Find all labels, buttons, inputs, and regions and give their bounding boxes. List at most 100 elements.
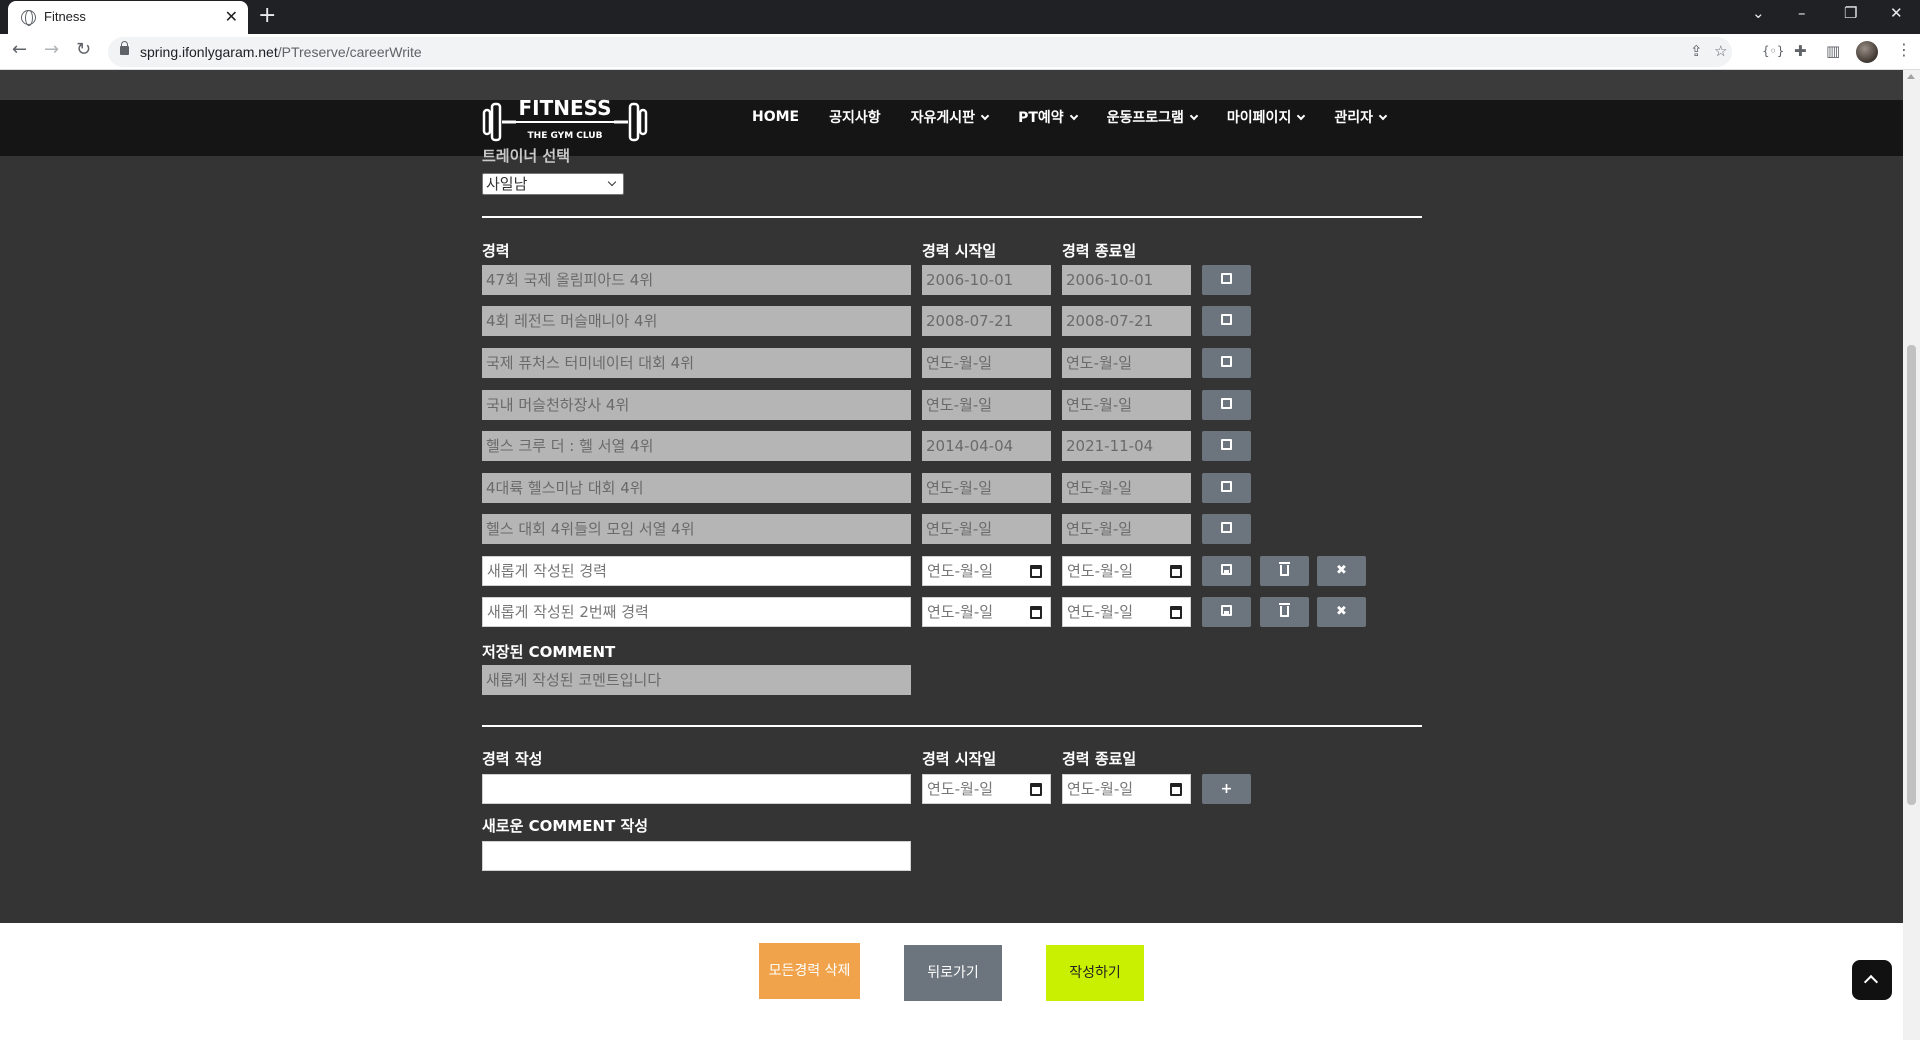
profile-avatar[interactable] [1856,41,1878,63]
edit-button[interactable] [1202,390,1251,420]
site-header: FITNESS THE GYM CLUB HOME 공지사항 자유게시판 PT예… [0,96,1903,156]
edit-button[interactable] [1202,431,1251,461]
start-date-field: 연도-월-일 [922,390,1051,420]
edit-button[interactable] [1202,514,1251,544]
edit-icon [1221,439,1232,450]
career-field: 47회 국제 올림피아드 4위 [482,265,911,295]
saved-comment-label: 저장된 COMMENT [482,643,616,661]
close-window-button[interactable]: ✕ [1890,4,1903,22]
start-date-field: 연도-월-일 [922,514,1051,544]
extension-icon[interactable]: {◦} [1762,44,1784,58]
nav-pt-reserve-label: PT예약 [1018,110,1064,126]
chevron-down-icon [607,177,617,187]
calendar-icon[interactable] [1030,606,1042,619]
main-nav: HOME 공지사항 자유게시판 PT예약 운동프로그램 마이페이지 관리자 [752,107,1416,127]
calendar-icon[interactable] [1030,565,1042,578]
url-host: spring.ifonlygaram.net [140,44,278,60]
globe-icon [21,10,36,26]
side-panel-icon[interactable]: ▥ [1826,42,1840,60]
save-button[interactable] [1202,556,1251,586]
calendar-icon[interactable] [1030,783,1042,796]
delete-button[interactable] [1260,556,1309,586]
scroll-up-arrow-icon[interactable] [1907,74,1915,79]
reload-icon[interactable]: ↻ [76,39,91,60]
nav-free-board[interactable]: 자유게시판 [911,107,990,127]
career-input[interactable]: 새롭게 작성된 경력 [482,556,911,586]
remove-row-button[interactable]: ✖ [1317,556,1366,586]
end-date-field: 연도-월-일 [1062,473,1191,503]
start-date-input[interactable]: 연도-월-일 [922,597,1051,627]
tab-close-icon[interactable]: ✕ [225,7,238,26]
browser-tab[interactable]: Fitness ✕ [8,1,248,34]
url-path: /PTreserve/careerWrite [277,44,422,60]
browser-tab-bar: Fitness ✕ + ⌄ – ❐ ✕ [0,0,1920,34]
nav-mypage[interactable]: 마이페이지 [1227,107,1306,127]
minimize-button[interactable]: – [1798,4,1806,22]
forward-icon[interactable]: → [44,39,59,60]
url-text: spring.ifonlygaram.net/PTreserve/careerW… [140,44,422,60]
nav-home[interactable]: HOME [752,109,799,125]
start-date-field: 연도-월-일 [922,473,1051,503]
chevron-down-icon [1189,111,1199,121]
end-date-input[interactable]: 연도-월-일 [1062,597,1191,627]
divider [482,725,1422,727]
chevron-down-icon [1297,111,1306,121]
address-bar[interactable]: spring.ifonlygaram.net/PTreserve/careerW… [108,37,1732,67]
end-date-column-label: 경력 종료일 [1062,242,1137,260]
end-date-input[interactable]: 연도-월-일 [1062,556,1191,586]
calendar-icon[interactable] [1170,783,1182,796]
page-scrollbar[interactable] [1903,70,1920,1040]
trainer-select[interactable]: 사일남 [482,173,624,195]
new-comment-input[interactable] [482,841,911,871]
calendar-icon[interactable] [1170,606,1182,619]
browser-menu-icon[interactable]: ⋮ [1896,40,1912,59]
nav-admin[interactable]: 관리자 [1334,107,1388,127]
share-icon[interactable]: ⇪ [1690,42,1703,60]
remove-row-button[interactable]: ✖ [1317,597,1366,627]
lock-icon[interactable] [120,41,129,55]
nav-pt-reserve[interactable]: PT예약 [1018,107,1078,127]
restore-button[interactable]: ❐ [1844,4,1857,22]
scroll-to-top-button[interactable] [1852,960,1892,1000]
end-date-field: 2008-07-21 [1062,306,1191,336]
start-date-input[interactable]: 연도-월-일 [922,556,1051,586]
nav-programs[interactable]: 운동프로그램 [1106,107,1199,127]
new-tab-button[interactable]: + [258,3,276,28]
calendar-icon[interactable] [1170,565,1182,578]
tab-title: Fitness [44,9,86,24]
save-icon [1221,564,1232,575]
top-strip [0,70,1903,100]
back-icon[interactable]: ← [12,39,27,60]
new-career-input[interactable] [482,774,911,804]
fitness-logo[interactable]: FITNESS THE GYM CLUB [480,94,650,150]
delete-button[interactable] [1260,597,1309,627]
career-field: 국내 머슬천하장사 4위 [482,390,911,420]
scroll-thumb[interactable] [1907,345,1916,805]
tab-search-icon[interactable]: ⌄ [1752,4,1765,22]
career-field: 헬스 대회 4위들의 모임 서열 4위 [482,514,911,544]
career-field: 4대륙 헬스미남 대회 4위 [482,473,911,503]
edit-button[interactable] [1202,306,1251,336]
edit-icon [1221,522,1232,533]
add-career-button[interactable]: + [1202,774,1251,804]
new-end-date-input[interactable]: 연도-월-일 [1062,774,1191,804]
submit-button[interactable]: 작성하기 [1046,945,1144,1001]
nav-notice[interactable]: 공지사항 [829,107,881,127]
back-button[interactable]: 뒤로가기 [904,945,1002,1001]
edit-button[interactable] [1202,473,1251,503]
start-date-value: 연도-월-일 [927,562,994,580]
save-button[interactable] [1202,597,1251,627]
page-viewport: FITNESS THE GYM CLUB HOME 공지사항 자유게시판 PT예… [0,70,1903,1040]
new-start-date-input[interactable]: 연도-월-일 [922,774,1051,804]
chevron-up-icon [1863,974,1879,990]
bookmark-star-icon[interactable]: ☆ [1714,42,1727,60]
nav-programs-label: 운동프로그램 [1106,110,1184,126]
end-date-field: 2021-11-04 [1062,431,1191,461]
new-start-date-label: 경력 시작일 [922,750,997,768]
edit-button[interactable] [1202,348,1251,378]
edit-button[interactable] [1202,265,1251,295]
edit-icon [1221,273,1232,284]
puzzle-icon[interactable]: ✚ [1794,42,1807,60]
delete-all-careers-button[interactable]: 모든경력 삭제 [759,943,860,999]
career-input[interactable]: 새롭게 작성된 2번째 경력 [482,597,911,627]
